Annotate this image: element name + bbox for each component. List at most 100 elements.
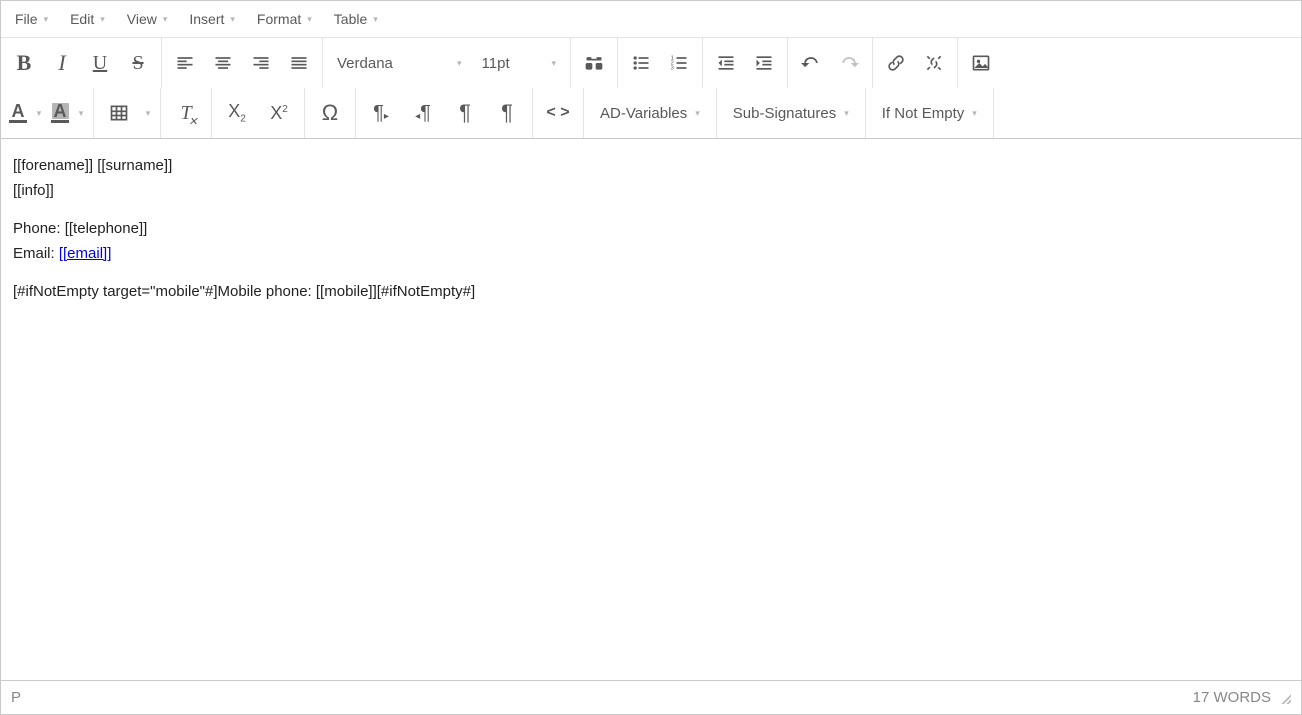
ltr-button-1[interactable]: ¶▸ bbox=[360, 94, 402, 132]
align-left-icon bbox=[175, 53, 195, 73]
text-color-dropdown[interactable]: ▾ bbox=[31, 108, 47, 119]
toolbar-row-2: A ▾ A ▾ ▾ T✕ X2 X2 Ω ¶▸ ◂¶ ¶ bbox=[1, 88, 1301, 138]
menu-table[interactable]: Table▾ bbox=[324, 7, 388, 31]
ad-variables-label: AD-Variables bbox=[600, 105, 687, 122]
insert-image-button[interactable] bbox=[962, 44, 1000, 82]
insert-link-button[interactable] bbox=[877, 44, 915, 82]
clear-format-icon: T✕ bbox=[180, 102, 191, 125]
color-bar bbox=[9, 120, 27, 123]
if-not-empty-label: If Not Empty bbox=[882, 105, 965, 122]
align-justify-icon bbox=[289, 53, 309, 73]
outdent-icon bbox=[716, 53, 736, 73]
font-family-select[interactable]: Verdana ▾ bbox=[327, 55, 472, 72]
menu-view[interactable]: View▾ bbox=[117, 7, 178, 31]
source-code-button[interactable]: < > bbox=[537, 94, 579, 132]
table-dropdown[interactable]: ▾ bbox=[140, 108, 156, 119]
font-family-label: Verdana bbox=[337, 55, 447, 72]
menu-edit-label: Edit bbox=[70, 11, 94, 27]
spacer bbox=[13, 204, 1289, 218]
italic-button[interactable]: I bbox=[43, 44, 81, 82]
special-char-button[interactable]: Ω bbox=[309, 94, 351, 132]
strikethrough-icon: S bbox=[132, 52, 143, 75]
spacer bbox=[13, 267, 1289, 281]
bullet-list-button[interactable] bbox=[622, 44, 660, 82]
redo-button[interactable] bbox=[830, 44, 868, 82]
underline-icon: U bbox=[93, 52, 107, 75]
underline-button[interactable]: U bbox=[81, 44, 119, 82]
align-justify-button[interactable] bbox=[280, 44, 318, 82]
show-invisibles-button[interactable]: ¶ bbox=[486, 94, 528, 132]
group-history bbox=[788, 38, 873, 88]
bold-button[interactable]: B bbox=[5, 44, 43, 82]
subscript-button[interactable]: X2 bbox=[216, 94, 258, 132]
menu-file[interactable]: File▾ bbox=[5, 7, 58, 31]
if-not-empty-dropdown[interactable]: If Not Empty▾ bbox=[870, 105, 989, 122]
group-colors: A ▾ A ▾ bbox=[1, 88, 94, 138]
sub-signatures-dropdown[interactable]: Sub-Signatures ▾ bbox=[721, 105, 861, 122]
chevron-down-icon: ▾ bbox=[457, 58, 462, 69]
content-line-2: [[info]] bbox=[13, 180, 1289, 203]
bold-icon: B bbox=[17, 50, 32, 76]
outdent-button[interactable] bbox=[707, 44, 745, 82]
group-variables: AD-Variables ▾ bbox=[584, 88, 717, 138]
menu-edit[interactable]: Edit ▾ bbox=[60, 7, 115, 31]
content-line-1: [[forename]] [[surname]] bbox=[13, 155, 1289, 178]
sub-signatures-label: Sub-Signatures bbox=[733, 105, 836, 122]
chevron-down-icon: ▾ bbox=[163, 14, 168, 25]
status-bar: P 17 WORDS bbox=[1, 680, 1301, 714]
chevron-down-icon: ▾ bbox=[695, 108, 700, 119]
italic-icon: I bbox=[58, 50, 65, 76]
subscript-icon: X2 bbox=[228, 101, 246, 125]
code-icon: < > bbox=[546, 104, 569, 122]
redo-icon bbox=[839, 53, 859, 73]
undo-button[interactable] bbox=[792, 44, 830, 82]
group-script: X2 X2 bbox=[212, 88, 305, 138]
group-ifnotempty: If Not Empty▾ bbox=[866, 88, 994, 138]
svg-text:3: 3 bbox=[671, 66, 674, 72]
insert-table-button[interactable] bbox=[98, 94, 140, 132]
rtl-button[interactable]: ◂¶ bbox=[402, 94, 444, 132]
image-icon bbox=[971, 53, 991, 73]
bullet-list-icon bbox=[631, 53, 651, 73]
content-line-4: Email: [[email]] bbox=[13, 243, 1289, 266]
clear-formatting-button[interactable]: T✕ bbox=[165, 94, 207, 132]
group-spacer bbox=[994, 88, 1301, 138]
menu-format[interactable]: Format ▾ bbox=[247, 7, 322, 31]
element-path[interactable]: P bbox=[11, 689, 21, 706]
bg-color-button[interactable]: A bbox=[47, 96, 73, 130]
align-left-button[interactable] bbox=[166, 44, 204, 82]
align-right-button[interactable] bbox=[242, 44, 280, 82]
menu-table-label: Table bbox=[334, 11, 367, 27]
editor-content[interactable]: [[forename]] [[surname]] [[info]] Phone:… bbox=[1, 139, 1301, 680]
find-replace-button[interactable] bbox=[575, 44, 613, 82]
text-color-button[interactable]: A bbox=[5, 96, 31, 130]
chevron-down-icon: ▾ bbox=[44, 14, 49, 25]
phone-value: [[telephone]] bbox=[65, 220, 148, 237]
ad-variables-dropdown[interactable]: AD-Variables ▾ bbox=[588, 105, 712, 122]
chevron-down-icon: ▾ bbox=[844, 108, 849, 119]
group-font: Verdana ▾ 11pt ▾ bbox=[323, 38, 571, 88]
resize-grip[interactable] bbox=[1279, 692, 1291, 704]
align-right-icon bbox=[251, 53, 271, 73]
binoculars-icon bbox=[584, 53, 604, 73]
numbered-list-button[interactable]: 123 bbox=[660, 44, 698, 82]
table-icon bbox=[109, 103, 129, 123]
email-link[interactable]: [[email]] bbox=[59, 245, 112, 262]
pilcrow-button[interactable]: ¶ bbox=[444, 94, 486, 132]
group-clear: T✕ bbox=[161, 88, 212, 138]
strikethrough-button[interactable]: S bbox=[119, 44, 157, 82]
group-special: Ω bbox=[305, 88, 356, 138]
content-line-3: Phone: [[telephone]] bbox=[13, 218, 1289, 241]
font-size-select[interactable]: 11pt ▾ bbox=[472, 55, 567, 72]
bg-color-dropdown[interactable]: ▾ bbox=[73, 108, 89, 119]
unlink-icon bbox=[924, 53, 944, 73]
superscript-button[interactable]: X2 bbox=[258, 94, 300, 132]
remove-link-button[interactable] bbox=[915, 44, 953, 82]
menu-insert[interactable]: Insert▾ bbox=[179, 7, 245, 31]
chevron-down-icon: ▾ bbox=[100, 14, 105, 25]
align-center-icon bbox=[213, 53, 233, 73]
indent-button[interactable] bbox=[745, 44, 783, 82]
menu-format-label: Format bbox=[257, 11, 301, 27]
align-center-button[interactable] bbox=[204, 44, 242, 82]
chevron-down-icon: ▾ bbox=[307, 14, 312, 25]
